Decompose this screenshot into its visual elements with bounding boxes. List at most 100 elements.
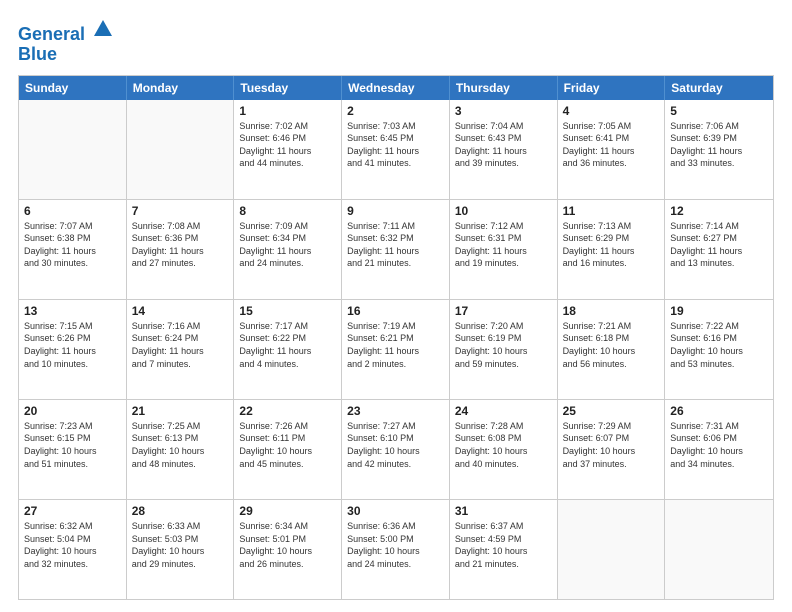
cell-text: Sunrise: 6:33 AM Sunset: 5:03 PM Dayligh…	[132, 520, 229, 570]
calendar-cell: 7 Sunrise: 7:08 AM Sunset: 6:36 PM Daylig…	[127, 200, 235, 299]
calendar-cell: 14 Sunrise: 7:16 AM Sunset: 6:24 PM Dayli…	[127, 300, 235, 399]
calendar-cell: 5 Sunrise: 7:06 AM Sunset: 6:39 PM Daylig…	[665, 100, 773, 199]
cell-text: Sunrise: 7:31 AM Sunset: 6:06 PM Dayligh…	[670, 420, 768, 470]
calendar-cell	[665, 500, 773, 599]
cell-text: Sunrise: 7:13 AM Sunset: 6:29 PM Dayligh…	[563, 220, 660, 270]
calendar-cell	[19, 100, 127, 199]
cell-text: Sunrise: 7:09 AM Sunset: 6:34 PM Dayligh…	[239, 220, 336, 270]
logo-text: General	[18, 18, 114, 45]
calendar-cell: 17 Sunrise: 7:20 AM Sunset: 6:19 PM Dayli…	[450, 300, 558, 399]
day-number: 24	[455, 404, 552, 418]
day-number: 9	[347, 204, 444, 218]
calendar-cell: 2 Sunrise: 7:03 AM Sunset: 6:45 PM Daylig…	[342, 100, 450, 199]
calendar-cell: 4 Sunrise: 7:05 AM Sunset: 6:41 PM Daylig…	[558, 100, 666, 199]
calendar-cell: 22 Sunrise: 7:26 AM Sunset: 6:11 PM Dayli…	[234, 400, 342, 499]
calendar-row: 13Sunrise: 7:15 AM Sunset: 6:26 PM Dayli…	[19, 299, 773, 399]
day-number: 14	[132, 304, 229, 318]
day-number: 5	[670, 104, 768, 118]
calendar-cell: 3 Sunrise: 7:04 AM Sunset: 6:43 PM Daylig…	[450, 100, 558, 199]
day-number: 22	[239, 404, 336, 418]
header: General Blue	[18, 18, 774, 65]
cell-text: Sunrise: 7:16 AM Sunset: 6:24 PM Dayligh…	[132, 320, 229, 370]
calendar-header: SundayMondayTuesdayWednesdayThursdayFrid…	[19, 76, 773, 100]
calendar-row: 20 Sunrise: 7:23 AM Sunset: 6:15 PM Dayli…	[19, 399, 773, 499]
cell-text: Sunrise: 7:12 AM Sunset: 6:31 PM Dayligh…	[455, 220, 552, 270]
day-number: 2	[347, 104, 444, 118]
cell-text: Sunrise: 7:29 AM Sunset: 6:07 PM Dayligh…	[563, 420, 660, 470]
calendar-cell: 30Sunrise: 6:36 AM Sunset: 5:00 PM Dayli…	[342, 500, 450, 599]
calendar-cell: 27Sunrise: 6:32 AM Sunset: 5:04 PM Dayli…	[19, 500, 127, 599]
cell-text: Sunrise: 6:34 AM Sunset: 5:01 PM Dayligh…	[239, 520, 336, 570]
weekday-header: Tuesday	[234, 76, 342, 100]
calendar-cell: 16 Sunrise: 7:19 AM Sunset: 6:21 PM Dayli…	[342, 300, 450, 399]
cell-text: Sunrise: 7:11 AM Sunset: 6:32 PM Dayligh…	[347, 220, 444, 270]
day-number: 16	[347, 304, 444, 318]
cell-text: Sunrise: 7:05 AM Sunset: 6:41 PM Dayligh…	[563, 120, 660, 170]
calendar-row: 27Sunrise: 6:32 AM Sunset: 5:04 PM Dayli…	[19, 499, 773, 599]
calendar-cell: 28Sunrise: 6:33 AM Sunset: 5:03 PM Dayli…	[127, 500, 235, 599]
calendar-cell: 1 Sunrise: 7:02 AM Sunset: 6:46 PM Daylig…	[234, 100, 342, 199]
day-number: 12	[670, 204, 768, 218]
day-number: 3	[455, 104, 552, 118]
logo-blue: Blue	[18, 45, 114, 65]
page: General Blue SundayMondayTuesdayWednesda…	[0, 0, 792, 612]
calendar-cell: 13Sunrise: 7:15 AM Sunset: 6:26 PM Dayli…	[19, 300, 127, 399]
cell-text: Sunrise: 7:02 AM Sunset: 6:46 PM Dayligh…	[239, 120, 336, 170]
weekday-header: Saturday	[665, 76, 773, 100]
calendar-cell: 19 Sunrise: 7:22 AM Sunset: 6:16 PM Dayli…	[665, 300, 773, 399]
calendar-row: 6 Sunrise: 7:07 AM Sunset: 6:38 PM Daylig…	[19, 199, 773, 299]
calendar-cell: 9 Sunrise: 7:11 AM Sunset: 6:32 PM Daylig…	[342, 200, 450, 299]
day-number: 17	[455, 304, 552, 318]
cell-text: Sunrise: 7:21 AM Sunset: 6:18 PM Dayligh…	[563, 320, 660, 370]
day-number: 29	[239, 504, 336, 518]
day-number: 26	[670, 404, 768, 418]
day-number: 11	[563, 204, 660, 218]
day-number: 4	[563, 104, 660, 118]
day-number: 10	[455, 204, 552, 218]
calendar-cell	[558, 500, 666, 599]
day-number: 18	[563, 304, 660, 318]
cell-text: Sunrise: 7:14 AM Sunset: 6:27 PM Dayligh…	[670, 220, 768, 270]
calendar-cell: 12 Sunrise: 7:14 AM Sunset: 6:27 PM Dayli…	[665, 200, 773, 299]
day-number: 15	[239, 304, 336, 318]
cell-text: Sunrise: 7:08 AM Sunset: 6:36 PM Dayligh…	[132, 220, 229, 270]
weekday-header: Wednesday	[342, 76, 450, 100]
day-number: 1	[239, 104, 336, 118]
calendar-body: 1 Sunrise: 7:02 AM Sunset: 6:46 PM Daylig…	[19, 100, 773, 599]
cell-text: Sunrise: 7:04 AM Sunset: 6:43 PM Dayligh…	[455, 120, 552, 170]
calendar-cell: 23 Sunrise: 7:27 AM Sunset: 6:10 PM Dayli…	[342, 400, 450, 499]
calendar-cell: 21Sunrise: 7:25 AM Sunset: 6:13 PM Dayli…	[127, 400, 235, 499]
calendar-cell: 31Sunrise: 6:37 AM Sunset: 4:59 PM Dayli…	[450, 500, 558, 599]
calendar-cell: 8 Sunrise: 7:09 AM Sunset: 6:34 PM Daylig…	[234, 200, 342, 299]
logo-icon	[92, 18, 114, 40]
weekday-header: Monday	[127, 76, 235, 100]
cell-text: Sunrise: 7:22 AM Sunset: 6:16 PM Dayligh…	[670, 320, 768, 370]
cell-text: Sunrise: 6:32 AM Sunset: 5:04 PM Dayligh…	[24, 520, 121, 570]
cell-text: Sunrise: 7:26 AM Sunset: 6:11 PM Dayligh…	[239, 420, 336, 470]
calendar-cell: 10 Sunrise: 7:12 AM Sunset: 6:31 PM Dayli…	[450, 200, 558, 299]
day-number: 8	[239, 204, 336, 218]
calendar-cell: 26 Sunrise: 7:31 AM Sunset: 6:06 PM Dayli…	[665, 400, 773, 499]
cell-text: Sunrise: 7:03 AM Sunset: 6:45 PM Dayligh…	[347, 120, 444, 170]
day-number: 25	[563, 404, 660, 418]
cell-text: Sunrise: 7:06 AM Sunset: 6:39 PM Dayligh…	[670, 120, 768, 170]
day-number: 7	[132, 204, 229, 218]
cell-text: Sunrise: 7:07 AM Sunset: 6:38 PM Dayligh…	[24, 220, 121, 270]
calendar-row: 1 Sunrise: 7:02 AM Sunset: 6:46 PM Daylig…	[19, 100, 773, 199]
day-number: 23	[347, 404, 444, 418]
day-number: 6	[24, 204, 121, 218]
cell-text: Sunrise: 7:17 AM Sunset: 6:22 PM Dayligh…	[239, 320, 336, 370]
calendar: SundayMondayTuesdayWednesdayThursdayFrid…	[18, 75, 774, 600]
day-number: 20	[24, 404, 121, 418]
cell-text: Sunrise: 7:20 AM Sunset: 6:19 PM Dayligh…	[455, 320, 552, 370]
cell-text: Sunrise: 6:37 AM Sunset: 4:59 PM Dayligh…	[455, 520, 552, 570]
weekday-header: Sunday	[19, 76, 127, 100]
calendar-cell: 29 Sunrise: 6:34 AM Sunset: 5:01 PM Dayli…	[234, 500, 342, 599]
day-number: 19	[670, 304, 768, 318]
cell-text: Sunrise: 7:19 AM Sunset: 6:21 PM Dayligh…	[347, 320, 444, 370]
calendar-cell: 24Sunrise: 7:28 AM Sunset: 6:08 PM Dayli…	[450, 400, 558, 499]
weekday-header: Thursday	[450, 76, 558, 100]
cell-text: Sunrise: 7:27 AM Sunset: 6:10 PM Dayligh…	[347, 420, 444, 470]
calendar-cell: 15 Sunrise: 7:17 AM Sunset: 6:22 PM Dayli…	[234, 300, 342, 399]
cell-text: Sunrise: 7:23 AM Sunset: 6:15 PM Dayligh…	[24, 420, 121, 470]
